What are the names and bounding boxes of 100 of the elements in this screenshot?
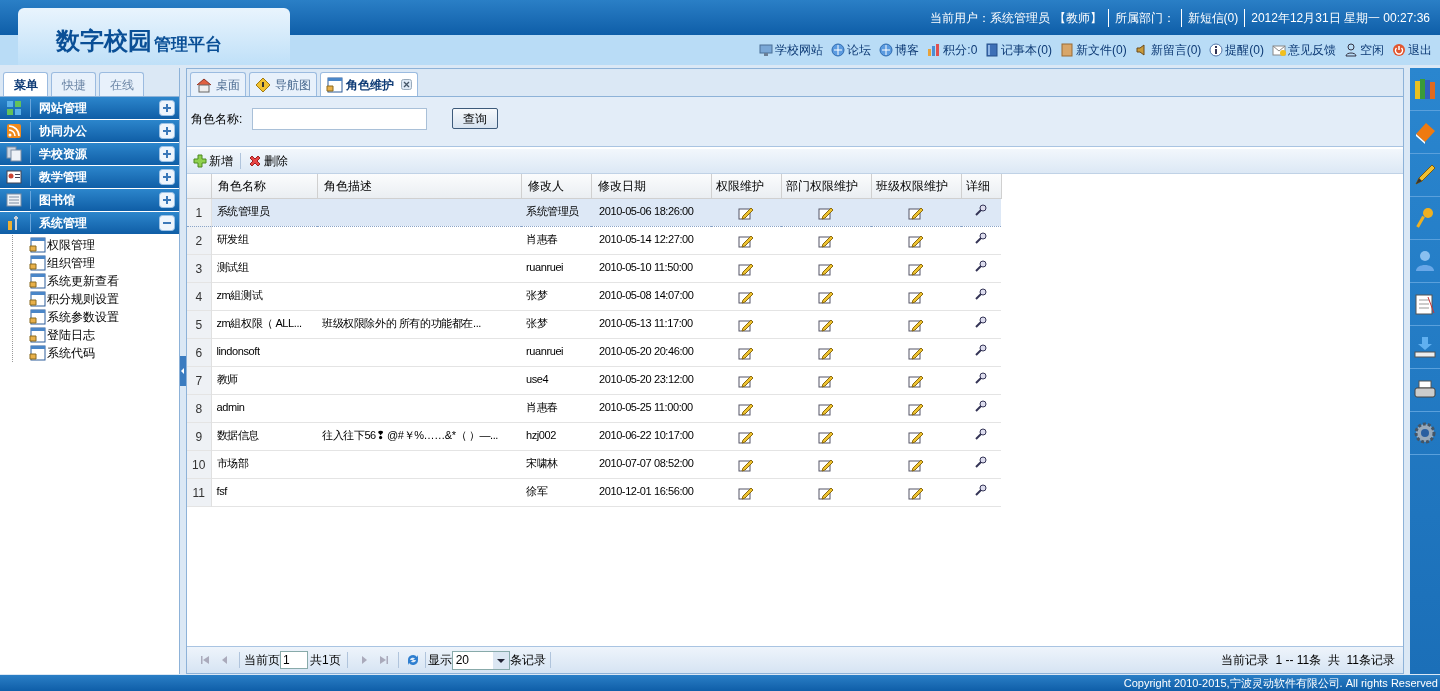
- edit-icon[interactable]: [908, 373, 924, 388]
- edit-icon[interactable]: [738, 233, 754, 248]
- edit-icon[interactable]: [818, 289, 834, 304]
- table-row[interactable]: 8 admin 肖惠春 2010-05-25 11:00:00: [187, 394, 1001, 422]
- edit-icon[interactable]: [908, 457, 924, 472]
- search-icon[interactable]: [975, 371, 987, 384]
- edit-icon[interactable]: [908, 429, 924, 444]
- search-icon[interactable]: [975, 315, 987, 328]
- search-icon[interactable]: [975, 231, 987, 244]
- table-row[interactable]: 1 系统管理员 系统管理员 2010-05-06 18:26:00: [187, 198, 1001, 226]
- refresh-icon[interactable]: [405, 653, 420, 667]
- page-tab[interactable]: 角色维护: [320, 72, 418, 96]
- search-icon[interactable]: [975, 343, 987, 356]
- edit-icon[interactable]: [908, 289, 924, 304]
- column-header[interactable]: 详细: [961, 174, 1001, 198]
- query-button[interactable]: 查询: [452, 108, 499, 129]
- edit-icon[interactable]: [908, 485, 924, 500]
- edit-icon[interactable]: [738, 429, 754, 444]
- edit-icon[interactable]: [738, 373, 754, 388]
- column-header[interactable]: 修改人: [521, 174, 591, 198]
- table-row[interactable]: 2 研发组 肖惠春 2010-05-14 12:27:00: [187, 226, 1001, 254]
- menu-item[interactable]: 登陆日志: [29, 326, 179, 344]
- table-row[interactable]: 9 数据信息 往入往下56❢ @#￥%……&*（ ）—... hzj002 2010-06-22 10:17:00: [187, 422, 1001, 450]
- edit-icon[interactable]: [738, 485, 754, 500]
- column-header[interactable]: 权限维护: [711, 174, 781, 198]
- edit-icon[interactable]: [738, 401, 754, 416]
- header-link[interactable]: 积分:0: [927, 41, 978, 59]
- edit-icon[interactable]: [908, 261, 924, 276]
- column-header[interactable]: 角色描述: [317, 174, 521, 198]
- sidebar-tab[interactable]: 快捷: [51, 72, 96, 96]
- page-tab[interactable]: 桌面: [190, 72, 246, 96]
- edit-icon[interactable]: [738, 345, 754, 360]
- page-field[interactable]: 1: [280, 651, 308, 669]
- header-link[interactable]: 意见反馈: [1272, 41, 1336, 59]
- menu-group[interactable]: 协同办公: [0, 120, 179, 142]
- menu-group[interactable]: 图书馆: [0, 189, 179, 211]
- menu-item[interactable]: 系统参数设置: [29, 308, 179, 326]
- search-icon[interactable]: [975, 483, 987, 496]
- edit-icon[interactable]: [908, 401, 924, 416]
- search-icon[interactable]: [975, 455, 987, 468]
- table-row[interactable]: 10 市场部 宋啸林 2010-07-07 08:52:00: [187, 450, 1001, 478]
- menu-group[interactable]: 系统管理: [0, 212, 179, 234]
- header-link[interactable]: 新留言(0): [1134, 41, 1202, 59]
- add-button[interactable]: 新增: [193, 152, 233, 170]
- header-link[interactable]: 新文件(0): [1060, 41, 1127, 59]
- table-row[interactable]: 11 fsf 徐军 2010-12-01 16:56:00: [187, 478, 1001, 506]
- gear-icon[interactable]: [1413, 421, 1437, 445]
- edit-icon[interactable]: [908, 345, 924, 360]
- header-link[interactable]: 论坛: [831, 41, 872, 59]
- edit-icon[interactable]: [818, 457, 834, 472]
- book-icon[interactable]: [1413, 120, 1437, 144]
- books-icon[interactable]: [1413, 77, 1437, 101]
- table-row[interactable]: 3 测试组 ruanruei 2010-05-10 11:50:00: [187, 254, 1001, 282]
- download-icon[interactable]: [1413, 335, 1437, 359]
- column-header[interactable]: 部门权限维护: [781, 174, 871, 198]
- menu-group[interactable]: 教学管理: [0, 166, 179, 188]
- column-header[interactable]: 修改日期: [591, 174, 711, 198]
- menu-item[interactable]: 系统代码: [29, 344, 179, 362]
- header-link[interactable]: 博客: [879, 41, 920, 59]
- role-name-field[interactable]: [252, 108, 428, 130]
- edit-icon[interactable]: [818, 205, 834, 220]
- edit-icon[interactable]: [908, 317, 924, 332]
- edit-icon[interactable]: [738, 205, 754, 220]
- menu-item[interactable]: 组织管理: [29, 254, 179, 272]
- header-link[interactable]: 提醒(0): [1209, 41, 1264, 59]
- edit-icon[interactable]: [818, 261, 834, 276]
- edit-icon[interactable]: [738, 457, 754, 472]
- header-link[interactable]: 记事本(0): [985, 41, 1052, 59]
- column-header[interactable]: 班级权限维护: [871, 174, 961, 198]
- header-link[interactable]: 退出: [1392, 41, 1432, 59]
- edit-icon[interactable]: [908, 233, 924, 248]
- search-icon[interactable]: [975, 427, 987, 440]
- page-tab[interactable]: 导航图: [249, 72, 317, 96]
- edit-icon[interactable]: [818, 373, 834, 388]
- edit-icon[interactable]: [818, 485, 834, 500]
- edit-icon[interactable]: [818, 401, 834, 416]
- menu-item[interactable]: 系统更新查看: [29, 272, 179, 290]
- table-row[interactable]: 4 zm組测试 张梦 2010-05-08 14:07:00: [187, 282, 1001, 310]
- header-link[interactable]: 空闲: [1344, 41, 1384, 59]
- table-row[interactable]: 6 lindonsoft ruanruei 2010-05-20 20:46:00: [187, 338, 1001, 366]
- column-header[interactable]: 角色名称: [211, 174, 317, 198]
- edit-icon[interactable]: [818, 429, 834, 444]
- menu-item[interactable]: 积分规则设置: [29, 290, 179, 308]
- sidebar-tab[interactable]: 在线: [99, 72, 144, 96]
- menu-group[interactable]: 学校资源: [0, 143, 179, 165]
- notepad-icon[interactable]: [1413, 292, 1437, 316]
- search-icon[interactable]: [975, 259, 987, 272]
- edit-icon[interactable]: [818, 317, 834, 332]
- table-row[interactable]: 5 zm組权限（ ALL... 班级权限除外的 所有的功能都在... 张梦 2010-05-13 11:17:00: [187, 310, 1001, 338]
- edit-icon[interactable]: [908, 205, 924, 220]
- page-size-select[interactable]: 20: [451, 650, 510, 670]
- edit-icon[interactable]: [818, 233, 834, 248]
- search-icon[interactable]: [975, 203, 987, 216]
- table-row[interactable]: 7 教师 use4 2010-05-20 23:12:00: [187, 366, 1001, 394]
- sidebar-tab[interactable]: 菜单: [3, 72, 48, 96]
- edit-icon[interactable]: [738, 261, 754, 276]
- edit-icon[interactable]: [738, 317, 754, 332]
- close-icon[interactable]: [401, 79, 412, 90]
- edit-icon[interactable]: [738, 289, 754, 304]
- menu-item[interactable]: 权限管理: [29, 236, 179, 254]
